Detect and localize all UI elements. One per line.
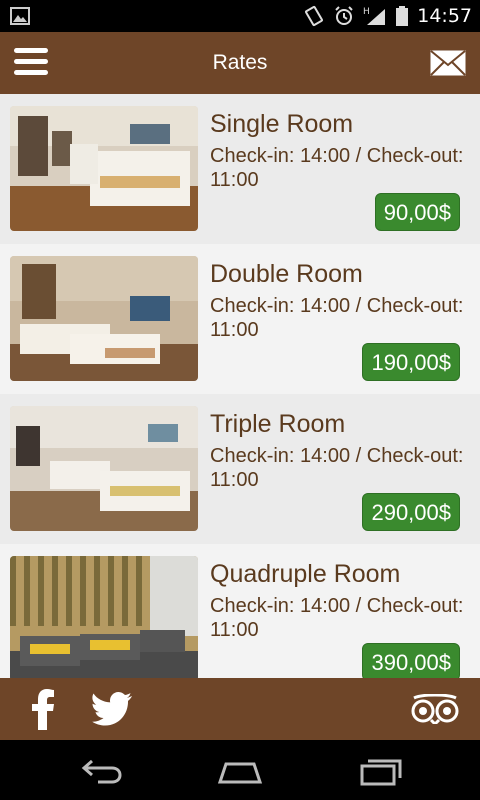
room-row-quadruple[interactable]: Quadruple Room Check-in: 14:00 / Check-o… <box>0 544 480 678</box>
social-footer <box>0 678 480 740</box>
room-photo <box>10 256 198 381</box>
room-row-triple[interactable]: Triple Room Check-in: 14:00 / Check-out:… <box>0 394 480 544</box>
recent-apps-icon[interactable] <box>358 756 404 786</box>
system-nav-bar <box>0 740 480 800</box>
image-notification-icon <box>10 7 30 25</box>
room-photo <box>10 406 198 531</box>
twitter-icon[interactable] <box>92 692 132 726</box>
room-photo <box>10 556 198 678</box>
room-name: Triple Room <box>210 410 346 438</box>
room-hours: Check-in: 14:00 / Check-out: 11:00 <box>210 445 464 491</box>
room-name: Quadruple Room <box>210 560 401 588</box>
signal-icon: H <box>363 7 386 25</box>
status-clock: 14:57 <box>417 5 472 27</box>
price-badge[interactable]: 190,00$ <box>362 343 460 381</box>
price-badge[interactable]: 90,00$ <box>374 193 460 231</box>
back-icon[interactable] <box>78 756 122 786</box>
page-title: Rates <box>212 51 268 74</box>
network-type-label: H <box>363 7 370 17</box>
room-hours: Check-in: 14:00 / Check-out: 11:00 <box>210 145 464 191</box>
app-bar: Rates <box>0 32 480 94</box>
room-hours: Check-in: 14:00 / Check-out: 11:00 <box>210 295 464 341</box>
room-hours: Check-in: 14:00 / Check-out: 11:00 <box>210 595 464 641</box>
price-badge[interactable]: 390,00$ <box>362 643 460 678</box>
mail-icon[interactable] <box>430 50 466 76</box>
room-name: Single Room <box>210 110 354 138</box>
tripadvisor-icon[interactable] <box>410 694 460 724</box>
alarm-icon <box>335 6 353 25</box>
room-name: Double Room <box>210 260 363 288</box>
home-icon[interactable] <box>216 756 264 786</box>
room-rate-list[interactable]: Single Room Check-in: 14:00 / Check-out:… <box>0 94 480 678</box>
room-row-double[interactable]: Double Room Check-in: 14:00 / Check-out:… <box>0 244 480 394</box>
facebook-icon[interactable] <box>30 688 56 730</box>
battery-icon <box>396 6 409 26</box>
room-photo <box>10 106 198 231</box>
price-badge[interactable]: 290,00$ <box>362 493 460 531</box>
vibrate-icon <box>305 5 324 27</box>
status-bar: H 14:57 <box>0 0 480 32</box>
room-row-single[interactable]: Single Room Check-in: 14:00 / Check-out:… <box>0 94 480 244</box>
